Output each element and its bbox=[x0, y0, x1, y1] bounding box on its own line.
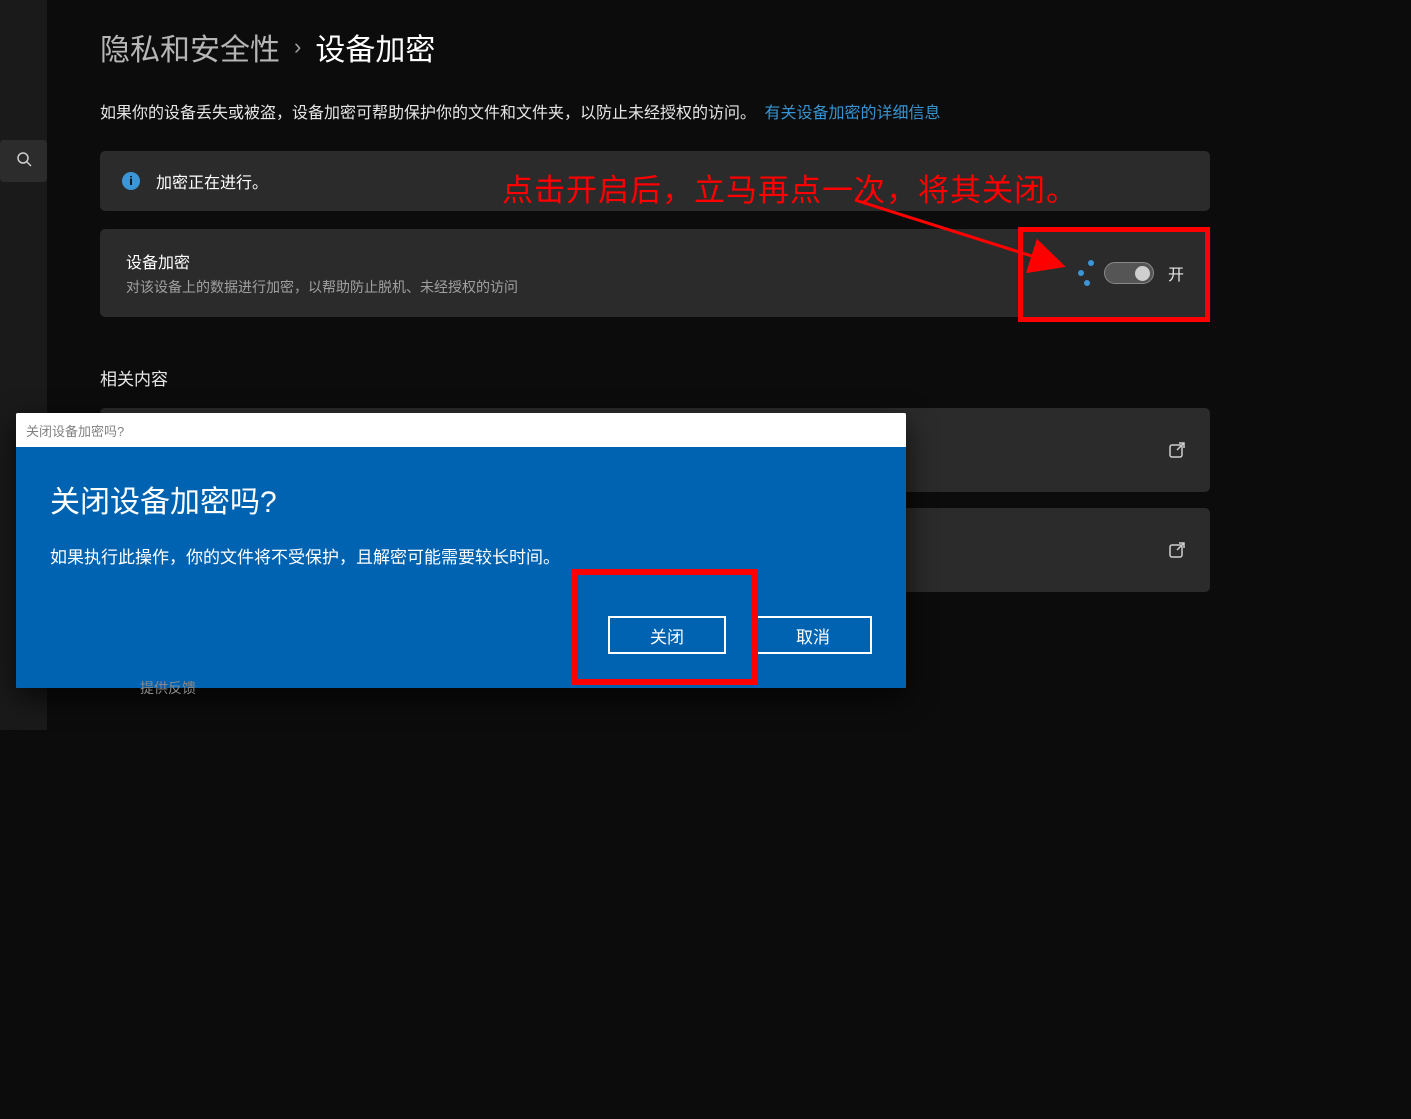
page-title: 设备加密 bbox=[315, 25, 435, 69]
device-encryption-toggle[interactable] bbox=[1104, 262, 1154, 284]
loading-sparkle-icon bbox=[1082, 260, 1088, 286]
page-description: 如果你的设备丢失或被盗，设备加密可帮助保护你的文件和文件夹，以防止未经授权的访问… bbox=[100, 99, 1210, 123]
description-text: 如果你的设备丢失或被盗，设备加密可帮助保护你的文件和文件夹，以防止未经授权的访问… bbox=[100, 105, 756, 122]
dialog-titlebar: 关闭设备加密吗? bbox=[16, 413, 906, 447]
feedback-link-fragment: 提供反馈 bbox=[140, 678, 196, 698]
open-external-icon bbox=[1168, 541, 1186, 559]
toggle-knob bbox=[1135, 266, 1150, 281]
dialog-message: 如果执行此操作，你的文件将不受保护，且解密可能需要较长时间。 bbox=[50, 543, 872, 568]
open-external-icon bbox=[1168, 441, 1186, 459]
search-button[interactable] bbox=[0, 140, 47, 182]
search-icon bbox=[16, 151, 32, 172]
info-icon: i bbox=[122, 172, 140, 190]
dialog-body: 关闭设备加密吗? 如果执行此操作，你的文件将不受保护，且解密可能需要较长时间。 … bbox=[16, 447, 906, 688]
setting-title: 设备加密 bbox=[126, 249, 518, 273]
chevron-right-icon: › bbox=[294, 34, 301, 60]
breadcrumb-parent[interactable]: 隐私和安全性 bbox=[100, 25, 280, 69]
status-text: 加密正在进行。 bbox=[156, 169, 268, 193]
annotation-text: 点击开启后，立马再点一次，将其关闭。 bbox=[502, 165, 1078, 210]
related-content-heading: 相关内容 bbox=[100, 365, 1210, 390]
setting-text-block: 设备加密 对该设备上的数据进行加密，以帮助防止脱机、未经授权的访问 bbox=[126, 249, 518, 297]
dialog-close-button[interactable]: 关闭 bbox=[608, 616, 726, 654]
learn-more-link[interactable]: 有关设备加密的详细信息 bbox=[764, 105, 940, 122]
dialog-titlebar-text: 关闭设备加密吗? bbox=[26, 421, 124, 440]
device-encryption-setting-card: 设备加密 对该设备上的数据进行加密，以帮助防止脱机、未经授权的访问 开 bbox=[100, 229, 1210, 317]
dialog-heading: 关闭设备加密吗? bbox=[50, 477, 872, 521]
breadcrumb: 隐私和安全性 › 设备加密 bbox=[100, 25, 1210, 69]
dialog-cancel-button[interactable]: 取消 bbox=[754, 616, 872, 654]
setting-subtitle: 对该设备上的数据进行加密，以帮助防止脱机、未经授权的访问 bbox=[126, 277, 518, 297]
confirm-dialog: 关闭设备加密吗? 关闭设备加密吗? 如果执行此操作，你的文件将不受保护，且解密可… bbox=[16, 413, 906, 688]
setting-control: 开 bbox=[1082, 260, 1184, 286]
toggle-state-label: 开 bbox=[1168, 261, 1184, 285]
dialog-button-row: 关闭 取消 bbox=[50, 616, 872, 654]
